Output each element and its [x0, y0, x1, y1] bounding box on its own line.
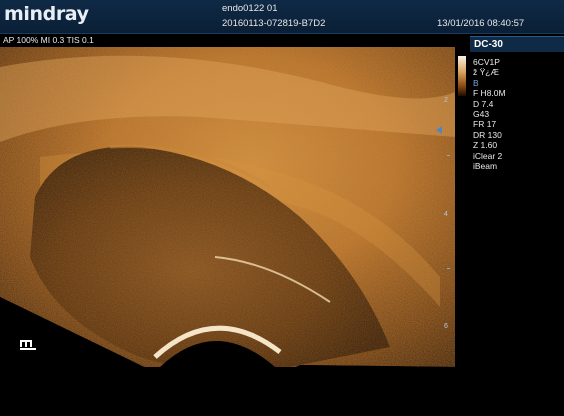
- probe-model: 6CV1P: [473, 57, 500, 67]
- depth-label: 2: [444, 97, 448, 104]
- acoustic-output-readout: AP 100% MI 0.3 TIS 0.1: [3, 35, 94, 45]
- imaging-mode: B: [473, 77, 479, 88]
- frequency-readout: F H8.0M: [473, 88, 506, 99]
- depth-label: 6: [444, 323, 448, 330]
- focus-marker-icon: [436, 126, 442, 134]
- depth-label: 4: [444, 211, 448, 218]
- dynamic-range-readout: DR 130: [473, 129, 502, 140]
- zoom-readout: Z 1.60: [473, 140, 498, 151]
- depth-readout: D 7.4: [473, 98, 494, 109]
- gain-readout: G43: [473, 109, 490, 120]
- probe-tab[interactable]: DC-30: [470, 36, 564, 52]
- header-bar: mindray endo0122 01 20160113-072819-B7D2…: [0, 0, 564, 34]
- frame-rate-readout: FR 17: [473, 119, 497, 130]
- exam-datetime: 13/01/2016 08:40:57: [437, 18, 525, 29]
- ultrasound-image: [0, 47, 455, 367]
- orientation-m-icon: [20, 340, 36, 350]
- iclear-readout: iClear 2: [473, 150, 503, 161]
- exam-preset: ž Ÿ¿Æ: [473, 67, 499, 78]
- depth-tick-mark: [447, 268, 450, 269]
- depth-tick-mark: [447, 155, 450, 156]
- patient-name: endo0122 01: [222, 3, 278, 14]
- parameter-panel: 6CV1P ž Ÿ¿Æ B F H8.0M D 7.4 G43 FR 17 DR…: [473, 57, 506, 171]
- brand-logo: mindray: [4, 3, 89, 25]
- ibeam-readout: iBeam: [473, 161, 498, 172]
- exam-id: 20160113-072819-B7D2: [222, 18, 326, 29]
- grayscale-map-bar: [458, 56, 466, 96]
